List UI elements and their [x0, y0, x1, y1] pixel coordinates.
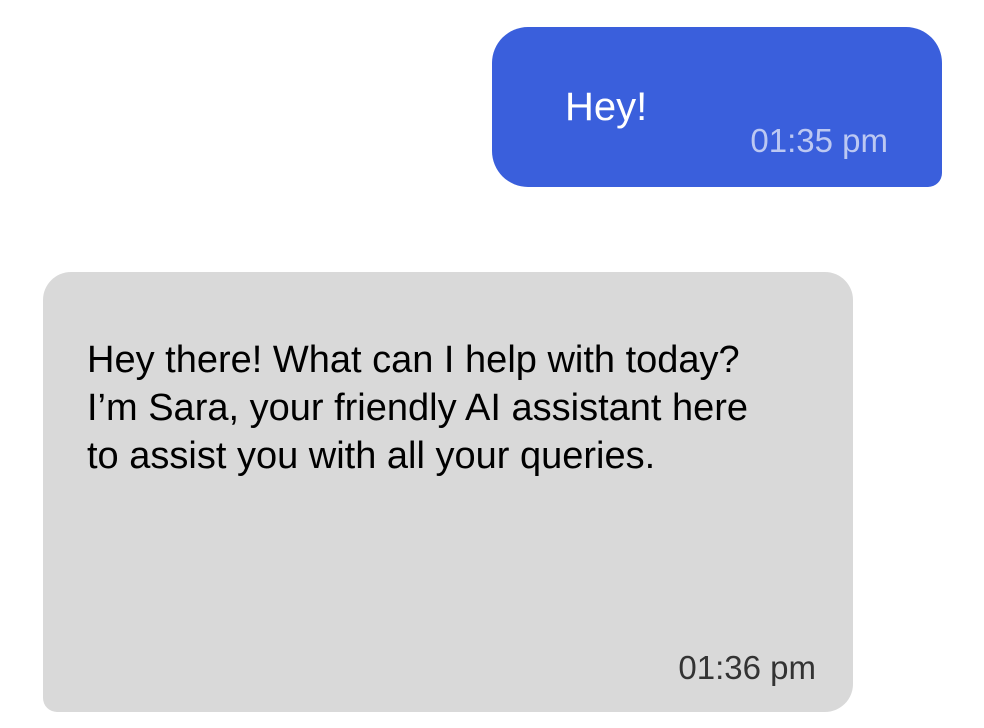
sent-message-text: Hey! [565, 85, 648, 129]
sent-message-timestamp: 01:35 pm [750, 122, 888, 159]
chat-thread: Hey! 01:35 pm Hey there! What can I help… [0, 0, 984, 728]
received-message-text: Hey there! What can I help with today? I… [87, 339, 759, 477]
received-message-timestamp: 01:36 pm [678, 649, 816, 686]
sent-message-bubble[interactable]: Hey! 01:35 pm [492, 27, 942, 187]
received-message-bubble[interactable]: Hey there! What can I help with today? I… [43, 272, 853, 712]
